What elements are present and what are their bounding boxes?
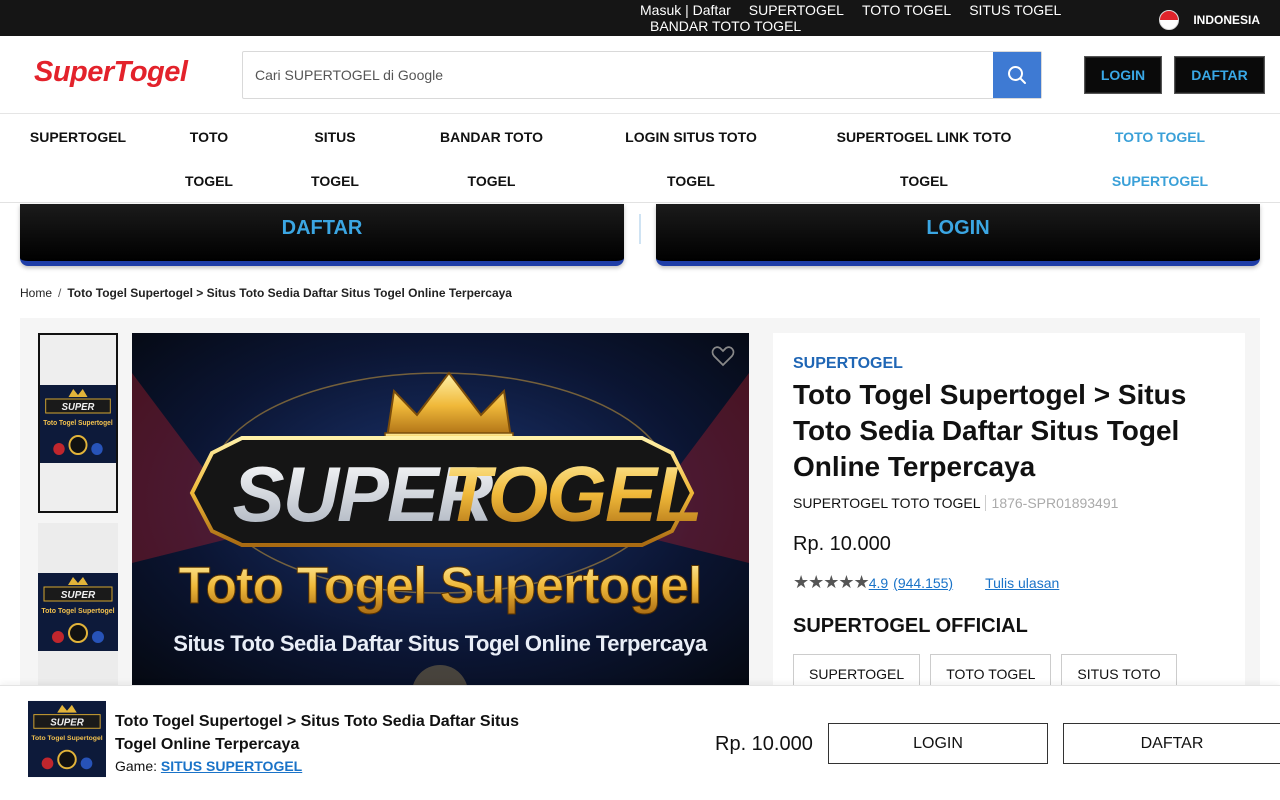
top-link-supertogel[interactable]: SUPERTOGEL (749, 2, 844, 18)
top-bar: Masuk | Daftar SUPERTOGEL TOTO TOGEL SITUS … (0, 0, 1280, 36)
search-bar (242, 51, 1042, 99)
breadcrumb-current: Toto Togel Supertogel > Situs Toto Sedia… (67, 286, 512, 300)
product-meta: SUPERTOGEL TOTO TOGEL 1876-SPR01893491 (793, 495, 1225, 511)
product-brand[interactable]: SUPERTOGEL (793, 355, 1225, 373)
nav-item-toto-togel[interactable]: TOTO TOGEL (168, 115, 250, 203)
banner-login-button[interactable]: LOGIN (656, 204, 1260, 266)
search-button[interactable] (993, 52, 1041, 98)
thumbnail-headline: Toto Togel Supertogel (41, 608, 114, 615)
search-input[interactable] (243, 52, 993, 98)
thumbnail-brand-text: SUPER (50, 717, 84, 728)
product-seller: SUPERTOGEL TOTO TOGEL (793, 495, 981, 511)
sticky-daftar-button[interactable]: DAFTAR (1063, 723, 1280, 764)
nav-item-situs-togel[interactable]: SITUS TOGEL (295, 115, 375, 203)
language-label: INDONESIA (1193, 13, 1260, 27)
game-label: Game: (115, 758, 158, 774)
main-nav: SUPERTOGEL TOTO TOGEL SITUS TOGEL BANDAR… (0, 115, 1280, 203)
header: SuperTogel LOGIN DAFTAR (0, 36, 1280, 114)
write-review-link[interactable]: Tulis ulasan (985, 575, 1059, 591)
top-links: Masuk | Daftar SUPERTOGEL TOTO TOGEL SITUS … (640, 2, 1080, 34)
thumbnail-headline: Toto Togel Supertogel (43, 420, 113, 427)
banner-brand-word-2: TOGEL (443, 450, 700, 538)
top-link-situs-togel[interactable]: SITUS TOGEL (969, 2, 1061, 18)
banner-daftar-button[interactable]: DAFTAR (20, 204, 624, 266)
product-thumbnail-1[interactable]: SUPER Toto Togel Supertogel (38, 333, 118, 513)
nav-label: SITUS (314, 129, 356, 145)
nav-label: TOGEL (311, 173, 359, 189)
sticky-price: Rp. 10.000 (715, 733, 813, 755)
top-link-masuk-daftar[interactable]: Masuk | Daftar (640, 2, 731, 18)
nav-item-login-situs-toto-togel[interactable]: LOGIN SITUS TOTO TOGEL (611, 115, 771, 203)
search-icon (1008, 66, 1026, 84)
top-link-bandar-toto-togel[interactable]: BANDAR TOTO TOGEL (650, 18, 801, 34)
nav-item-supertogel-link-toto-togel[interactable]: SUPERTOGEL LINK TOTO TOGEL (824, 115, 1024, 203)
breadcrumb: Home / Toto Togel Supertogel > Situs Toto … (20, 286, 512, 300)
thumbnail-brand-text: SUPER (62, 402, 95, 413)
nav-label: TOGEL (900, 173, 948, 189)
game-link[interactable]: SITUS SUPERTOGEL (161, 758, 302, 774)
product-thumbnail-2[interactable]: SUPER Toto Togel Supertogel (38, 523, 118, 703)
header-daftar-button[interactable]: DAFTAR (1174, 56, 1265, 94)
nav-label: LOGIN SITUS TOTO (625, 129, 757, 145)
sticky-game-line: Game: SITUS SUPERTOGEL (115, 758, 302, 774)
header-login-button[interactable]: LOGIN (1084, 56, 1162, 94)
product-price: Rp. 10.000 (793, 533, 891, 555)
product-title: Toto Togel Supertogel > Situs Toto Sedia… (793, 379, 1187, 482)
nav-item-toto-togel-supertogel[interactable]: TOTO TOGEL SUPERTOGEL (1100, 115, 1220, 203)
nav-label: SUPERTOGEL (1111, 173, 1209, 189)
sticky-purchase-bar: SUPER Toto Togel Supertogel Toto Togel S… (0, 685, 1280, 800)
nav-label: TOTO TOGEL (1114, 129, 1206, 145)
thumbnail-headline: Toto Togel Supertogel (31, 735, 102, 742)
nav-label: TOGEL (667, 173, 715, 189)
banner-subline: Situs Toto Sedia Daftar Situs Togel Onli… (173, 631, 708, 656)
nav-label: TOGEL (185, 173, 233, 189)
top-link-toto-togel[interactable]: TOTO TOGEL (862, 2, 951, 18)
language-selector[interactable]: INDONESIA (1159, 10, 1260, 30)
nav-label: SUPERTOGEL LINK TOTO (836, 129, 1012, 145)
product-info-panel: SUPERTOGEL Toto Togel Supertogel > Situs… (773, 333, 1245, 713)
indonesia-flag-icon (1159, 10, 1180, 30)
breadcrumb-home[interactable]: Home (20, 286, 52, 300)
product-rating: ★★★★★ 4.9 (944.155) Tulis ulasan (793, 572, 1225, 593)
nav-item-supertogel[interactable]: SUPERTOGEL (22, 115, 134, 159)
sticky-product-thumbnail: SUPER Toto Togel Supertogel (28, 700, 106, 778)
product-banner-graphic: SUPER TOGEL Toto Togel Supertogel Situs … (132, 333, 749, 703)
product-main-image: SUPER TOGEL Toto Togel Supertogel Situs … (132, 333, 749, 703)
banner-headline: Toto Togel Supertogel (178, 557, 701, 615)
rating-value[interactable]: 4.9 (869, 575, 888, 591)
product-sku: 1876-SPR01893491 (984, 495, 1119, 511)
nav-label: TOGEL (467, 173, 516, 189)
sticky-thumbnail-image: SUPER Toto Togel Supertogel (28, 700, 106, 778)
nav-label: SUPERTOGEL (29, 129, 127, 145)
sticky-product-title: Toto Togel Supertogel > Situs Toto Sedia… (115, 713, 520, 753)
sticky-login-button[interactable]: LOGIN (828, 723, 1048, 764)
thumbnail-image: SUPER Toto Togel Supertogel (38, 573, 118, 651)
official-heading: SUPERTOGEL OFFICIAL (793, 615, 1028, 637)
nav-label: TOTO (189, 129, 229, 145)
product-section: SUPER Toto Togel Supertogel SUPER Toto T… (20, 318, 1260, 718)
thumbnail-image: SUPER Toto Togel Supertogel (40, 385, 116, 463)
thumbnail-brand-text: SUPER (61, 590, 96, 601)
rating-stars-icon: ★★★★★ (793, 572, 870, 592)
review-count-link[interactable]: (944.155) (893, 575, 953, 591)
nav-item-bandar-toto-togel[interactable]: BANDAR TOTO TOGEL (425, 115, 558, 203)
nav-label: BANDAR TOTO (440, 129, 543, 145)
banner-divider (639, 214, 641, 244)
site-logo[interactable]: SuperTogel (34, 56, 188, 89)
breadcrumb-separator: / (58, 286, 62, 300)
heart-icon[interactable] (711, 345, 735, 367)
